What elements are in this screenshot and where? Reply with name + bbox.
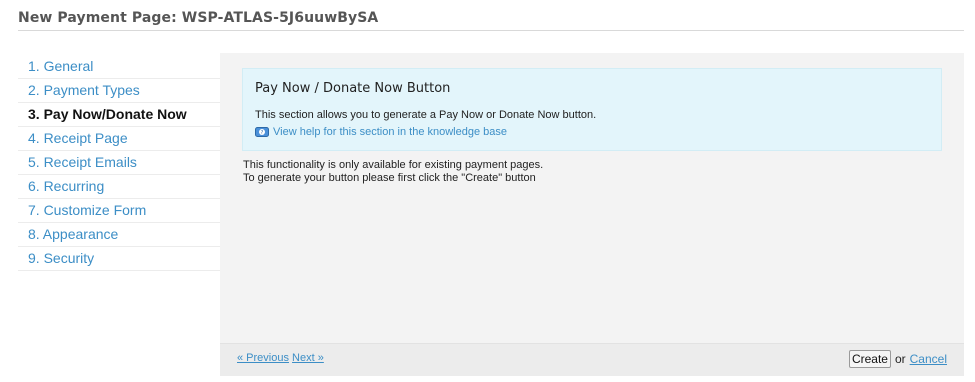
create-button[interactable]: Create (848, 350, 891, 368)
sidebar-item-payment-types[interactable]: 2. Payment Types (18, 79, 220, 103)
notice-text: This functionality is only available for… (243, 159, 543, 185)
section-title: Pay Now / Donate Now Button (255, 81, 451, 96)
sidebar-item-appearance[interactable]: 8. Appearance (18, 223, 220, 247)
pager: « Previous Next » (237, 352, 324, 364)
cancel-link[interactable]: Cancel (910, 352, 947, 366)
svg-text:?: ? (261, 130, 264, 136)
help-link-text: View help for this section in the knowle… (273, 126, 507, 138)
form-actions: Create or Cancel (848, 350, 947, 368)
sidebar-item-general[interactable]: 1. General (18, 55, 220, 79)
sidebar-item-security[interactable]: 9. Security (18, 247, 220, 271)
footer-bar: « Previous Next » Create or Cancel (220, 343, 964, 376)
help-icon: ? (255, 126, 269, 138)
page-title: New Payment Page: WSP-ATLAS-5J6uuwBySA (18, 10, 379, 26)
page-header: New Payment Page: WSP-ATLAS-5J6uuwBySA (18, 10, 964, 31)
sidebar-item-receipt-emails[interactable]: 5. Receipt Emails (18, 151, 220, 175)
help-link[interactable]: ? View help for this section in the know… (255, 126, 507, 138)
next-link[interactable]: Next » (292, 352, 324, 364)
sidebar-nav: 1. General 2. Payment Types 3. Pay Now/D… (18, 55, 220, 271)
sidebar-item-receipt-page[interactable]: 4. Receipt Page (18, 127, 220, 151)
notice-line-2: To generate your button please first cli… (243, 172, 536, 184)
notice-line-1: This functionality is only available for… (243, 159, 544, 171)
sidebar-item-customize-form[interactable]: 7. Customize Form (18, 199, 220, 223)
or-text: or (894, 352, 906, 366)
section-description: This section allows you to generate a Pa… (255, 109, 597, 121)
main-panel: Pay Now / Donate Now Button This section… (220, 53, 964, 376)
sidebar-item-recurring[interactable]: 6. Recurring (18, 175, 220, 199)
previous-link[interactable]: « Previous (237, 352, 289, 364)
info-box: Pay Now / Donate Now Button This section… (242, 68, 942, 151)
sidebar-item-pay-now-donate-now[interactable]: 3. Pay Now/Donate Now (18, 103, 220, 127)
